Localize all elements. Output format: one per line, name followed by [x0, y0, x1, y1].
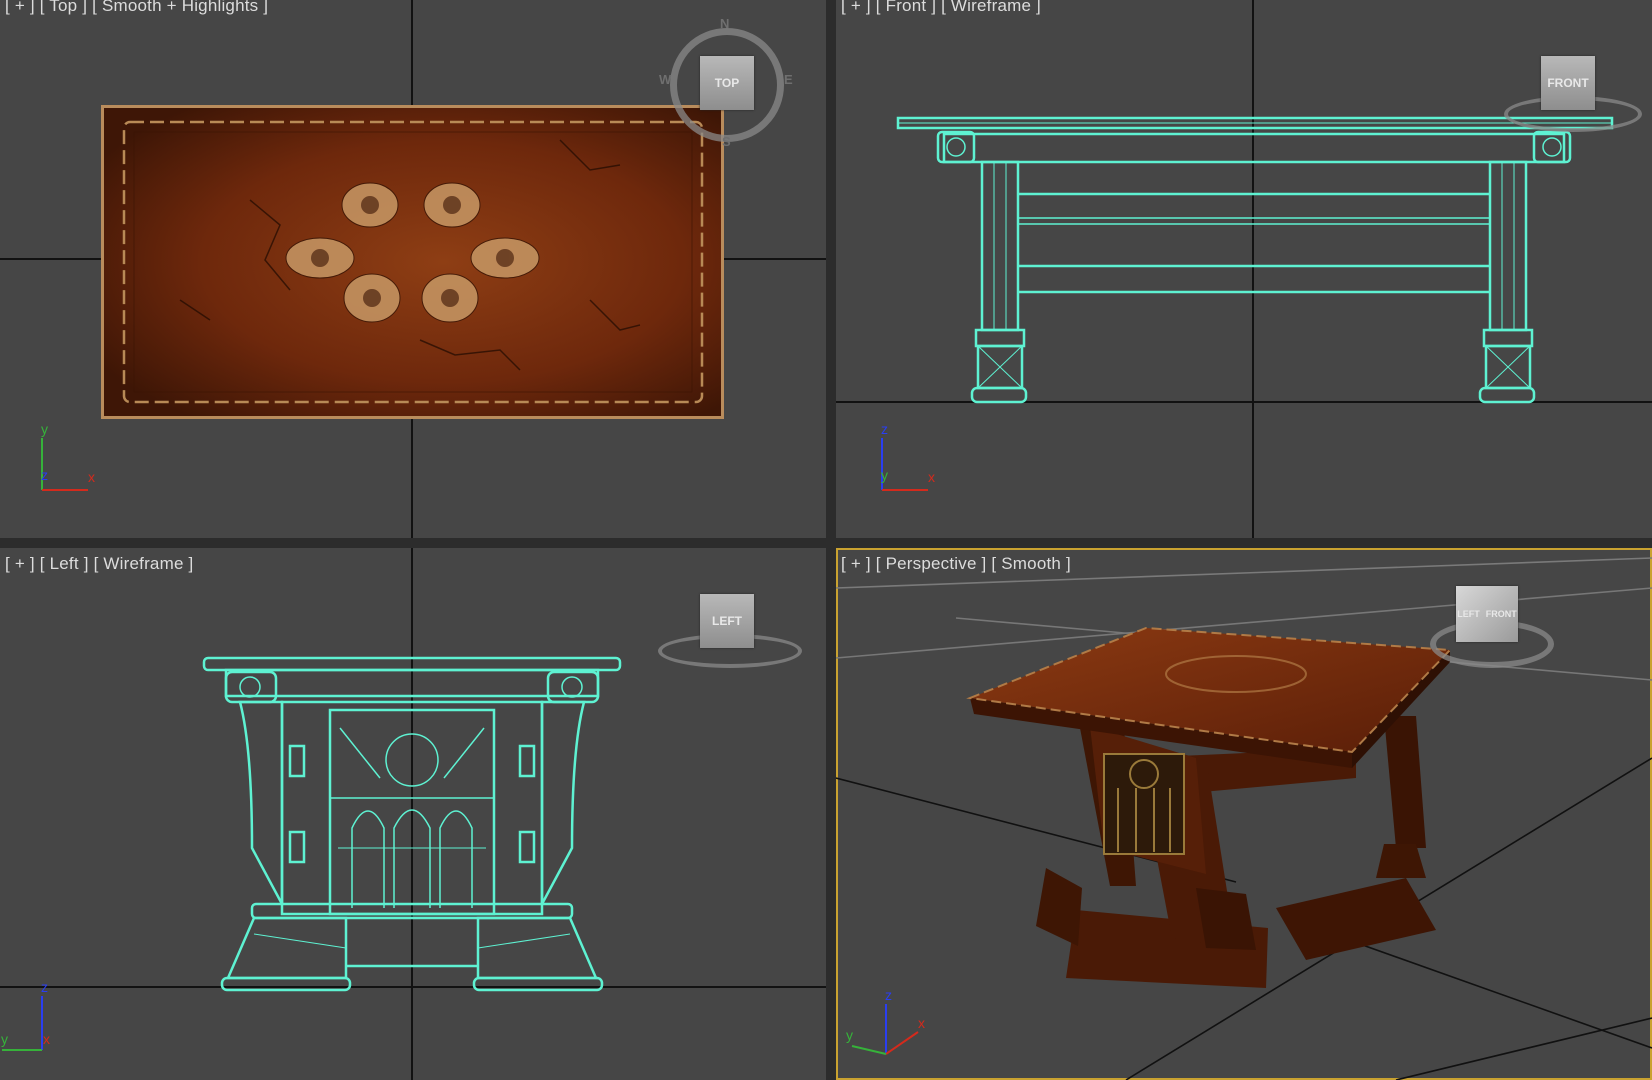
viewcube-perspective[interactable]: LEFT FRONT — [1456, 586, 1518, 642]
axis-tripod: z y x — [846, 987, 925, 1055]
axis-label-z: z — [885, 987, 892, 1003]
axis-label-x: x — [43, 1031, 50, 1047]
viewcube-face-left[interactable]: LEFT — [1457, 609, 1480, 619]
axis-tripod: y z x — [41, 421, 95, 491]
axis-tripod: z y x — [881, 421, 935, 491]
viewport-label: [ + ] [ Front ] [ Wireframe ] — [841, 0, 1041, 16]
axis-label-z: z — [41, 979, 48, 995]
viewport-front[interactable]: [ + ] [ Front ] [ Wireframe ] FRONT z y … — [836, 0, 1652, 538]
table-front-wireframe-model[interactable] — [836, 0, 1652, 538]
shading-mode-menu[interactable]: [ Wireframe ] — [941, 0, 1041, 15]
viewport-menu-button[interactable]: [ + ] — [841, 0, 871, 15]
axis-label-y: y — [881, 467, 888, 483]
axis-label-x: x — [88, 469, 95, 485]
compass-east-label: E — [784, 72, 793, 87]
view-type-menu[interactable]: [ Perspective ] — [876, 554, 987, 573]
shading-mode-menu[interactable]: [ Smooth ] — [991, 554, 1070, 573]
axis-label-y: y — [846, 1027, 853, 1043]
viewport-menu-button[interactable]: [ + ] — [5, 554, 35, 573]
viewport-label: [ + ] [ Left ] [ Wireframe ] — [5, 554, 193, 574]
viewcube-top[interactable]: TOP — [700, 56, 754, 110]
viewport-perspective[interactable]: [ + ] [ Perspective ] [ Smooth ] LEFT FR… — [836, 548, 1652, 1080]
view-type-menu[interactable]: [ Top ] — [40, 0, 87, 15]
axis-label-x: x — [918, 1015, 925, 1031]
viewport-left[interactable]: [ + ] [ Left ] [ Wireframe ] LEFT z y x — [0, 548, 826, 1080]
shading-mode-menu[interactable]: [ Wireframe ] — [94, 554, 194, 573]
compass-north-label: N — [720, 16, 730, 31]
viewcube-left[interactable]: LEFT — [700, 594, 754, 648]
viewcube-front[interactable]: FRONT — [1541, 56, 1595, 110]
axis-label-z: z — [41, 467, 48, 483]
compass-south-label: S — [722, 134, 731, 149]
compass-west-label: W — [659, 72, 672, 87]
viewport-menu-button[interactable]: [ + ] — [5, 0, 35, 15]
axis-label-z: z — [881, 421, 888, 437]
axis-label-y: y — [1, 1031, 8, 1047]
viewport-label: [ + ] [ Perspective ] [ Smooth ] — [841, 554, 1071, 574]
viewcube-face-front[interactable]: FRONT — [1486, 609, 1517, 619]
axis-label-y: y — [41, 421, 48, 437]
viewport-label: [ + ] [ Top ] [ Smooth + Highlights ] — [5, 0, 268, 16]
view-type-menu[interactable]: [ Left ] — [40, 554, 89, 573]
viewport-top[interactable]: [ + ] [ Top ] [ Smooth + Highlights ] N … — [0, 0, 826, 538]
axis-label-x: x — [928, 469, 935, 485]
shading-mode-menu[interactable]: [ Smooth + Highlights ] — [92, 0, 268, 15]
viewport-menu-button[interactable]: [ + ] — [841, 554, 871, 573]
view-type-menu[interactable]: [ Front ] — [876, 0, 936, 15]
axis-tripod: z y x — [1, 979, 50, 1051]
